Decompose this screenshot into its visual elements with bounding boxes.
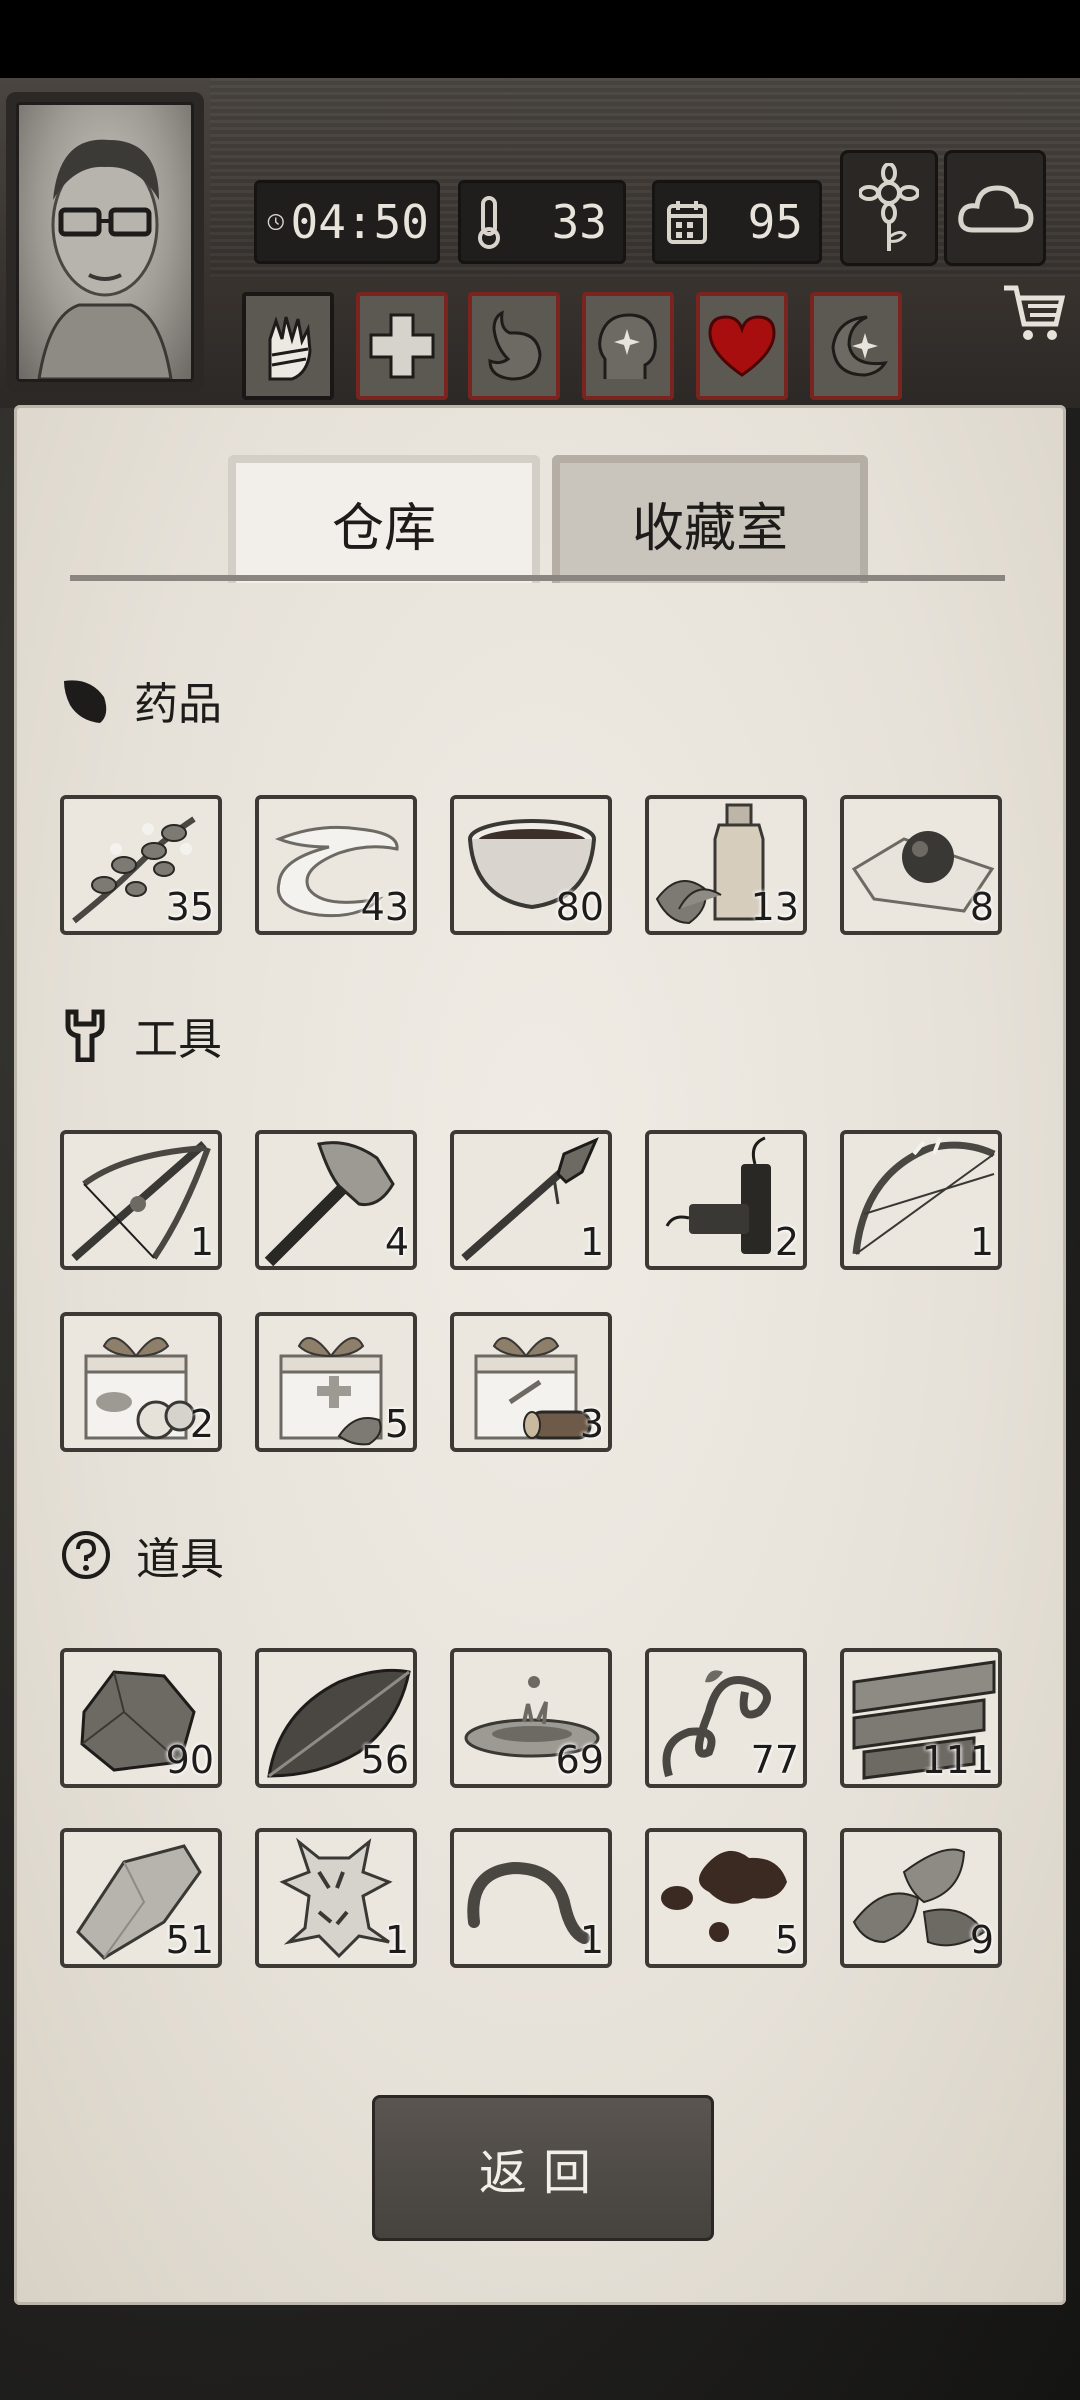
item-slot[interactable]: 51 (60, 1828, 222, 1968)
time-value: 04:50 (290, 195, 429, 249)
item-slot[interactable]: 1 (60, 1130, 222, 1270)
weather-button[interactable] (944, 150, 1046, 266)
avatar (16, 102, 194, 382)
item-slot[interactable]: 8 (840, 795, 1002, 935)
section-props-title: 道具 (136, 1534, 224, 1585)
item-slot[interactable]: 69 (450, 1648, 612, 1788)
item-count: 5 (384, 1402, 409, 1446)
sunflower-icon (859, 163, 919, 251)
health-status-icon[interactable] (356, 292, 448, 400)
item-count: 2 (774, 1220, 799, 1264)
item-slot[interactable]: 80 (450, 795, 612, 935)
back-button[interactable]: 返回 (372, 2095, 714, 2241)
wrench-section-icon (65, 1009, 105, 1062)
calendar-icon (667, 201, 707, 244)
day-counter-display: 95 (652, 180, 822, 264)
item-count: 90 (165, 1738, 214, 1782)
section-medicine-header: 药品 (60, 670, 222, 730)
section-tools-header: 工具 (60, 1005, 222, 1065)
item-count: 2 (189, 1402, 214, 1446)
section-props-header: 道具 (60, 1525, 224, 1585)
clock-icon (267, 213, 284, 231)
item-slot[interactable]: 35 (60, 795, 222, 935)
item-slot[interactable]: 2 (60, 1312, 222, 1452)
character-portrait[interactable] (6, 92, 204, 392)
tab-warehouse-label: 仓库 (331, 498, 436, 559)
item-count: 8 (969, 885, 994, 929)
item-count: 4 (384, 1220, 409, 1264)
tab-divider (70, 575, 1005, 581)
face-sketch-icon (37, 139, 173, 379)
item-count: 111 (921, 1738, 994, 1782)
stomach-icon (488, 310, 542, 381)
shop-button[interactable] (1000, 280, 1066, 348)
tab-collection-room-label: 收藏室 (631, 498, 788, 559)
status-bar (0, 0, 1080, 78)
item-slot[interactable]: 77 (645, 1648, 807, 1788)
item-slot[interactable]: 43 (255, 795, 417, 935)
section-medicine-title: 药品 (134, 679, 222, 730)
item-count: 56 (360, 1738, 409, 1782)
item-slot[interactable]: 3 (450, 1312, 612, 1452)
thermometer-icon (478, 196, 500, 249)
head-sparkle-icon (598, 313, 657, 379)
item-count: 43 (360, 885, 409, 929)
tab-warehouse[interactable]: 仓库 (228, 455, 540, 583)
item-count: 1 (384, 1918, 409, 1962)
time-display: 04:50 (254, 180, 440, 264)
item-count: 1 (189, 1220, 214, 1264)
temperature-display: 33 (458, 180, 626, 264)
item-count: 1 (579, 1220, 604, 1264)
item-count: 35 (165, 885, 214, 929)
item-count: 51 (165, 1918, 214, 1962)
item-slot[interactable]: 1 (255, 1828, 417, 1968)
shopping-cart-icon (1004, 285, 1066, 340)
tab-collection-room[interactable]: 收藏室 (552, 455, 868, 583)
temperature-value: 33 (551, 195, 607, 249)
item-slot[interactable]: 90 (60, 1648, 222, 1788)
injury-status-icon[interactable] (242, 292, 334, 400)
medical-cross-icon (369, 313, 435, 379)
item-slot[interactable]: 13 (645, 795, 807, 935)
item-count: 9 (969, 1918, 994, 1962)
leaf-section-icon (64, 680, 107, 723)
item-count: 13 (750, 885, 799, 929)
section-tools-title: 工具 (134, 1014, 222, 1065)
item-slot[interactable]: 4 (255, 1130, 417, 1270)
night-status-icon[interactable] (810, 292, 902, 400)
heart-icon (708, 315, 776, 377)
back-button-label: 返回 (478, 2145, 607, 2201)
item-slot[interactable]: 5 (645, 1828, 807, 1968)
cloud-icon (958, 185, 1034, 233)
item-slot[interactable]: 111 (840, 1648, 1002, 1788)
item-count: 77 (750, 1738, 799, 1782)
item-slot[interactable]: 9 (840, 1828, 1002, 1968)
moon-star-icon (831, 315, 888, 377)
mental-status-icon[interactable] (582, 292, 674, 400)
item-slot[interactable]: 56 (255, 1648, 417, 1788)
question-mark-section-icon (62, 1531, 110, 1579)
item-count: 80 (555, 885, 604, 929)
item-count: 69 (555, 1738, 604, 1782)
item-count: 1 (969, 1220, 994, 1264)
item-slot[interactable]: 2 (645, 1130, 807, 1270)
season-button[interactable] (840, 150, 938, 266)
item-slot[interactable]: 1 (840, 1130, 1002, 1270)
item-count: 3 (579, 1402, 604, 1446)
item-slot[interactable]: 1 (450, 1828, 612, 1968)
bandaged-hand-icon (268, 316, 312, 381)
hunger-status-icon[interactable] (468, 292, 560, 400)
item-count: 5 (774, 1918, 799, 1962)
item-count: 1 (579, 1918, 604, 1962)
item-slot[interactable]: 1 (450, 1130, 612, 1270)
item-slot[interactable]: 5 (255, 1312, 417, 1452)
day-value: 95 (747, 195, 803, 249)
heart-status-icon[interactable] (696, 292, 788, 400)
